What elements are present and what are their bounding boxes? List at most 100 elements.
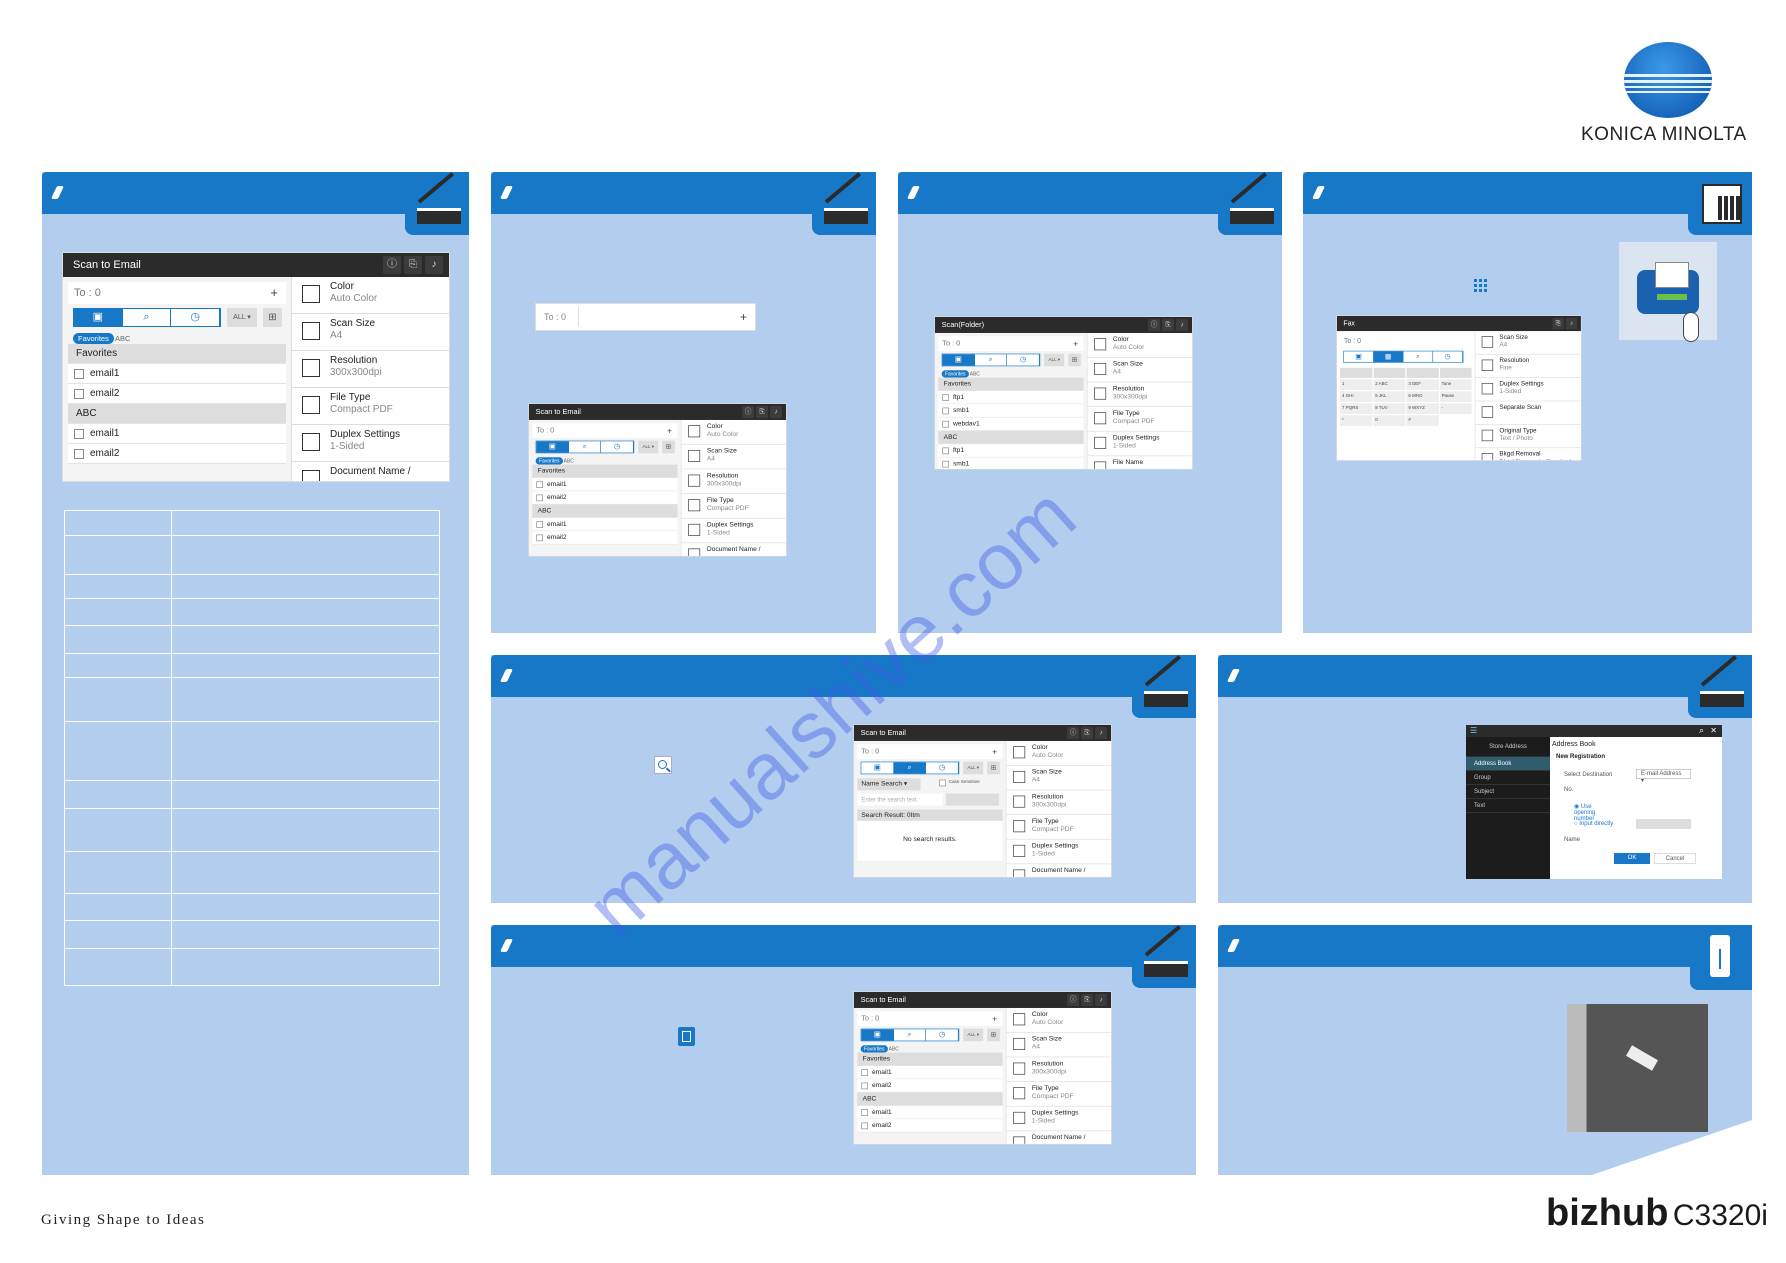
list-item[interactable]: email2 [68,444,286,464]
add-button[interactable]: + [992,1013,997,1023]
keypad-key[interactable]: 3 DEF [1406,379,1439,390]
setting-document[interactable]: Document Name / [1007,1131,1112,1144]
add-button[interactable]: + [992,746,997,756]
list-item[interactable]: email1 [532,517,678,532]
setting-duplex[interactable]: Duplex Settings 1-Sided [1006,1107,1112,1132]
keypad-key[interactable]: 2 ABC [1373,379,1406,390]
history-tab[interactable]: ◷ [926,1029,959,1041]
setting-duplex[interactable]: Duplex Settings 1-Sided [681,519,787,544]
checkbox[interactable] [942,447,949,454]
to-field[interactable]: To : 0 + [532,423,678,438]
setting-original-type[interactable]: Original Type Text / Photo [1475,425,1581,449]
setting-separate-scan[interactable]: Separate Scan [1475,401,1581,425]
setting-resolution[interactable]: Resolution Fine [1475,355,1581,378]
setting-duplex[interactable]: Duplex Settings 1-Sided [1087,432,1193,457]
checkbox[interactable] [942,460,949,468]
info-icon[interactable]: ⓘ [1148,318,1161,331]
ok-button[interactable]: OK [1614,853,1650,864]
chip-favorites[interactable]: Favorites [73,333,114,344]
setting-document[interactable]: Document Name / [292,462,449,481]
setting-resolution[interactable]: Resolution 300x300dpi [681,469,787,494]
address-book-tab[interactable]: ▣ [942,354,975,366]
keypad-top-key[interactable] [1406,367,1439,378]
filter-dropdown[interactable]: ALL ▾ [227,308,257,327]
keypad-key[interactable]: Tone [1439,379,1472,390]
setting-scan-size[interactable]: Scan Size A4 [1087,358,1193,383]
list-item[interactable]: smb1 [938,404,1084,418]
checkbox[interactable] [861,1082,868,1089]
checkbox[interactable] [74,368,84,379]
sidebar-item[interactable]: Subject [1466,785,1550,799]
history-tab[interactable]: ◷ [1433,351,1463,363]
chip-favorites[interactable]: Favorites [535,457,563,465]
setting-document[interactable]: Document Name / [1007,864,1112,877]
job-status-icon[interactable]: ⎘ [1552,317,1564,330]
cancel-button[interactable]: Cancel [1654,853,1696,864]
setting-bkgd-removal[interactable]: Bkgd RemovalBkgd Removal : Standard [1475,448,1581,461]
bell-icon[interactable]: ♪ [1565,317,1578,330]
list-item[interactable]: smb1 [938,457,1084,469]
list-item[interactable]: ftp1 [938,444,1084,458]
keypad-key[interactable]: 6 MNO [1406,391,1439,402]
add-destination-icon[interactable]: ⊞ [263,308,282,327]
keypad-key[interactable]: 9 WXYZ [1406,403,1439,414]
setting-scan-size[interactable]: Scan Size A4 [1475,331,1581,355]
list-item[interactable]: email2 [68,384,286,404]
info-icon[interactable]: ⓘ [742,405,755,418]
list-item[interactable]: email1 [532,477,678,492]
setting-document[interactable]: File Name [1088,456,1193,469]
chip-abc[interactable]: ABC [889,1046,899,1052]
job-status-icon[interactable]: ⎘ [1081,993,1094,1006]
setting-color[interactable]: Color Auto Color [1006,1008,1112,1033]
setting-resolution[interactable]: Resolution 300x300dpi [1006,1057,1112,1082]
setting-file-type[interactable]: File Type Compact PDF [1006,815,1112,840]
checkbox[interactable] [536,534,543,541]
add-button[interactable]: + [270,285,278,300]
checkbox[interactable] [536,520,543,528]
list-item[interactable]: email1 [857,1105,1003,1120]
setting-scan-size[interactable]: Scan Size A4 [292,314,449,351]
setting-color[interactable]: Color Auto Color [1087,333,1193,358]
list-item[interactable]: email2 [857,1079,1003,1093]
filter-dropdown[interactable]: ALL ▾ [638,440,659,454]
keypad-tab[interactable]: ▦ [1373,351,1404,363]
add-destination-icon[interactable]: ⊞ [1068,353,1081,367]
checkbox[interactable] [74,388,84,399]
keypad-key[interactable]: 7 PQRS [1340,403,1373,414]
checkbox[interactable] [942,393,949,401]
history-tab[interactable]: ◷ [1007,354,1040,366]
add-button[interactable]: + [1073,338,1078,348]
setting-resolution[interactable]: Resolution 300x300dpi [292,351,449,388]
destination-select[interactable]: E-mail Address ▾ [1636,769,1691,784]
chip-favorites[interactable]: Favorites [941,370,969,378]
checkbox[interactable] [536,480,543,488]
to-field[interactable]: To : 0 + [857,1011,1003,1026]
address-book-tab[interactable]: ▣ [861,762,894,774]
setting-file-type[interactable]: File Type Compact PDF [681,494,787,519]
address-book-tab[interactable]: ▣ [74,309,123,326]
search-icon[interactable]: ⌕ [1699,725,1704,736]
search-tab[interactable]: ⌕ [123,309,172,326]
bell-icon[interactable]: ♪ [425,256,443,274]
list-item[interactable]: email2 [532,531,678,545]
address-book-tab[interactable]: ▣ [1344,351,1374,363]
keypad-key[interactable]: Pause [1439,391,1472,402]
checkbox[interactable] [74,428,84,439]
list-item[interactable]: email1 [68,364,286,384]
keypad-key[interactable]: # [1406,415,1439,426]
bell-icon[interactable]: ♪ [1095,726,1108,739]
case-sensitive-checkbox[interactable] [939,779,946,787]
address-book-tab[interactable]: ▣ [536,441,569,453]
history-tab[interactable]: ◷ [171,309,221,326]
setting-file-type[interactable]: File Type Compact PDF [1006,1082,1112,1107]
bell-icon[interactable]: ♪ [1095,993,1108,1006]
job-status-icon[interactable]: ⎘ [1081,726,1094,739]
setting-resolution[interactable]: Resolution 300x300dpi [1006,790,1112,815]
list-item[interactable]: email1 [857,1065,1003,1080]
chip-abc[interactable]: ABC [564,458,574,464]
setting-color[interactable]: Color Auto Color [1006,741,1112,766]
to-field[interactable]: To : 0 + [68,282,286,304]
add-destination-icon[interactable]: ⊞ [987,761,1000,775]
search-input[interactable]: Enter the search text. [857,793,943,806]
checkbox[interactable] [861,1068,868,1076]
